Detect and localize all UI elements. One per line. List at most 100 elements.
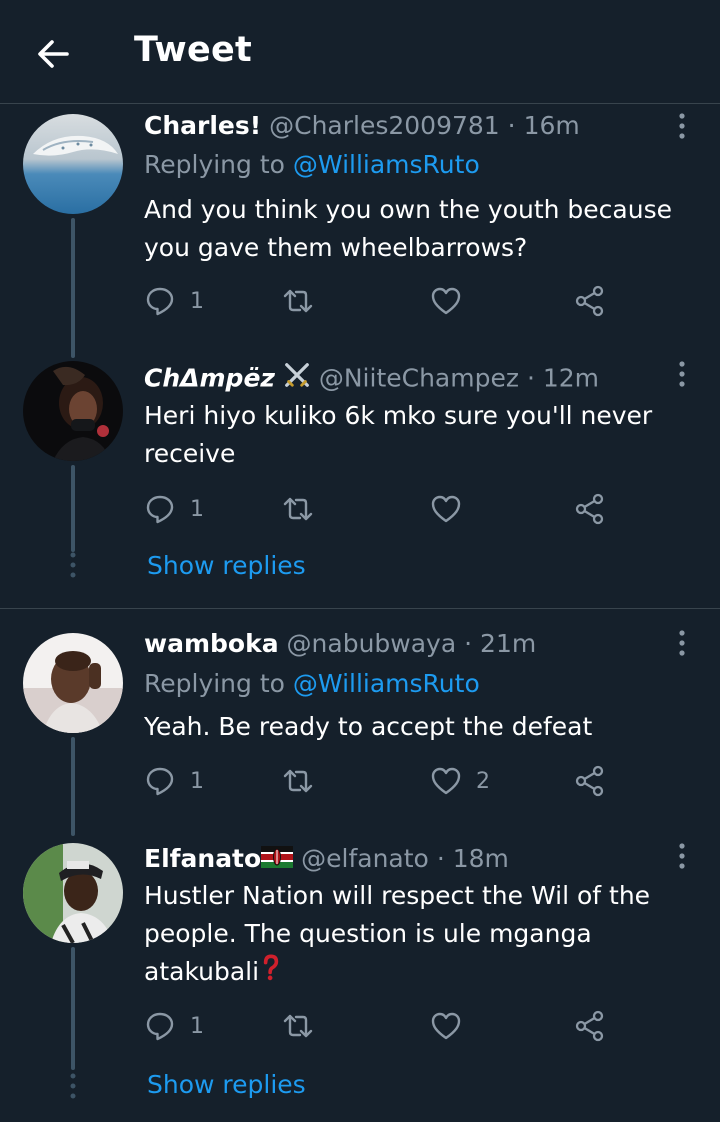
avatar-image — [23, 633, 123, 733]
avatar-image — [23, 843, 123, 943]
retweet-button[interactable] — [282, 761, 328, 801]
reply-button[interactable]: 1 — [144, 489, 204, 529]
like-button[interactable] — [430, 1006, 476, 1046]
mention-link[interactable]: @WilliamsRuto — [293, 669, 480, 698]
share-icon — [575, 285, 604, 317]
page-title: Tweet — [134, 30, 253, 70]
tweet-item[interactable]: wamboka @nabubwaya · 21m Replying to @Wi… — [0, 626, 720, 836]
separator-dot: · — [436, 844, 445, 873]
user-handle[interactable]: @nabubwaya — [287, 629, 457, 658]
avatar[interactable] — [23, 361, 123, 461]
timestamp[interactable]: 12m — [543, 364, 599, 393]
display-name[interactable]: wamboka — [144, 629, 279, 658]
separator-dot: · — [526, 363, 535, 393]
more-options-button[interactable] — [672, 359, 692, 389]
display-name[interactable]: Elfanato — [144, 844, 261, 873]
thread-line — [71, 218, 75, 358]
share-icon — [575, 1010, 604, 1042]
thread-line — [71, 737, 75, 836]
replying-to-label: Replying to — [144, 150, 285, 179]
share-button[interactable] — [574, 489, 606, 529]
thread-continuation-dots — [66, 1072, 80, 1102]
more-vertical-icon — [679, 630, 685, 656]
more-vertical-icon — [679, 361, 685, 387]
reply-button[interactable]: 1 — [144, 1006, 204, 1046]
tweet-actions: 1 2 — [144, 761, 624, 801]
show-replies-link[interactable]: Show replies — [147, 1068, 306, 1102]
retweet-button[interactable] — [282, 281, 328, 321]
more-options-button[interactable] — [672, 628, 692, 658]
avatar[interactable] — [23, 633, 123, 733]
top-bar: Tweet — [0, 0, 720, 104]
retweet-icon — [283, 289, 313, 313]
reply-count: 1 — [190, 288, 204, 314]
show-replies-link[interactable]: Show replies — [147, 549, 306, 583]
tweet-text-content: Hustler Nation will respect the Wil of t… — [144, 881, 651, 986]
tweet-item[interactable]: Charles! @Charles2009781 · 16m Replying … — [0, 108, 720, 358]
display-name[interactable]: Charles! — [144, 111, 261, 140]
retweet-icon — [283, 497, 313, 521]
more-vertical-icon — [679, 843, 685, 869]
reply-bubble-icon — [146, 1012, 174, 1041]
user-handle[interactable]: @Charles2009781 — [269, 111, 500, 140]
retweet-button[interactable] — [282, 489, 328, 529]
tweet-text: And you think you own the youth because … — [144, 195, 672, 262]
heart-icon — [431, 1012, 461, 1040]
tweet-actions: 1 — [144, 489, 624, 529]
red-question-mark-icon — [262, 953, 280, 993]
tweet-header: Charles! @Charles2009781 · 16m — [144, 109, 580, 143]
tweet-item[interactable]: ChΔmpëz @NiiteChampez · 12m Heri hiyo ku… — [0, 358, 720, 608]
retweet-button[interactable] — [282, 1006, 328, 1046]
like-button[interactable]: 2 — [430, 761, 490, 801]
more-options-button[interactable] — [672, 841, 692, 871]
mention-link[interactable]: @WilliamsRuto — [293, 150, 480, 179]
divider — [0, 608, 720, 609]
thread-line — [71, 947, 75, 1070]
user-handle[interactable]: @elfanato — [301, 844, 429, 873]
display-name[interactable]: ChΔmpëz — [144, 364, 275, 393]
reply-count: 1 — [190, 1013, 204, 1039]
more-options-button[interactable] — [672, 111, 692, 141]
more-vertical-icon — [679, 113, 685, 139]
tweet-text: Heri hiyo kuliko 6k mko sure you'll neve… — [144, 401, 653, 468]
tweet-header: ChΔmpëz @NiiteChampez · 12m — [144, 361, 599, 395]
tweet-header: wamboka @nabubwaya · 21m — [144, 627, 536, 661]
reply-count: 1 — [190, 768, 204, 794]
avatar-image — [23, 114, 123, 214]
share-button[interactable] — [574, 1006, 606, 1046]
like-button[interactable] — [430, 489, 476, 529]
retweet-icon — [283, 1014, 313, 1038]
reply-bubble-icon — [146, 287, 174, 316]
like-count: 2 — [476, 768, 490, 794]
tweet-text: Hustler Nation will respect the Wil of t… — [144, 877, 684, 993]
thread-line — [71, 465, 75, 552]
heart-icon — [431, 767, 461, 795]
avatar-image — [23, 361, 123, 461]
tweet-actions: 1 — [144, 281, 624, 321]
timestamp[interactable]: 18m — [453, 844, 509, 873]
crossed-swords-icon — [283, 361, 311, 398]
thread-continuation-dots — [66, 551, 80, 581]
separator-dot: · — [507, 111, 516, 140]
replying-to: Replying to @WilliamsRuto — [144, 148, 480, 182]
tweet-header: Elfanato @elfanato · 18m — [144, 842, 509, 876]
kenya-flag-icon — [261, 843, 294, 877]
timestamp[interactable]: 21m — [480, 629, 536, 658]
share-button[interactable] — [574, 281, 606, 321]
retweet-icon — [283, 769, 313, 793]
back-button[interactable] — [34, 35, 72, 73]
share-button[interactable] — [574, 761, 606, 801]
reply-button[interactable]: 1 — [144, 281, 204, 321]
timestamp[interactable]: 16m — [524, 111, 580, 140]
arrow-left-icon — [38, 40, 69, 68]
heart-icon — [431, 495, 461, 523]
like-button[interactable] — [430, 281, 476, 321]
reply-bubble-icon — [146, 767, 174, 796]
reply-count: 1 — [190, 496, 204, 522]
heart-icon — [431, 287, 461, 315]
avatar[interactable] — [23, 114, 123, 214]
user-handle[interactable]: @NiiteChampez — [319, 364, 519, 393]
tweet-item[interactable]: Elfanato @elfanato · 18m Hustler Nation … — [0, 840, 720, 1120]
reply-button[interactable]: 1 — [144, 761, 204, 801]
avatar[interactable] — [23, 843, 123, 943]
